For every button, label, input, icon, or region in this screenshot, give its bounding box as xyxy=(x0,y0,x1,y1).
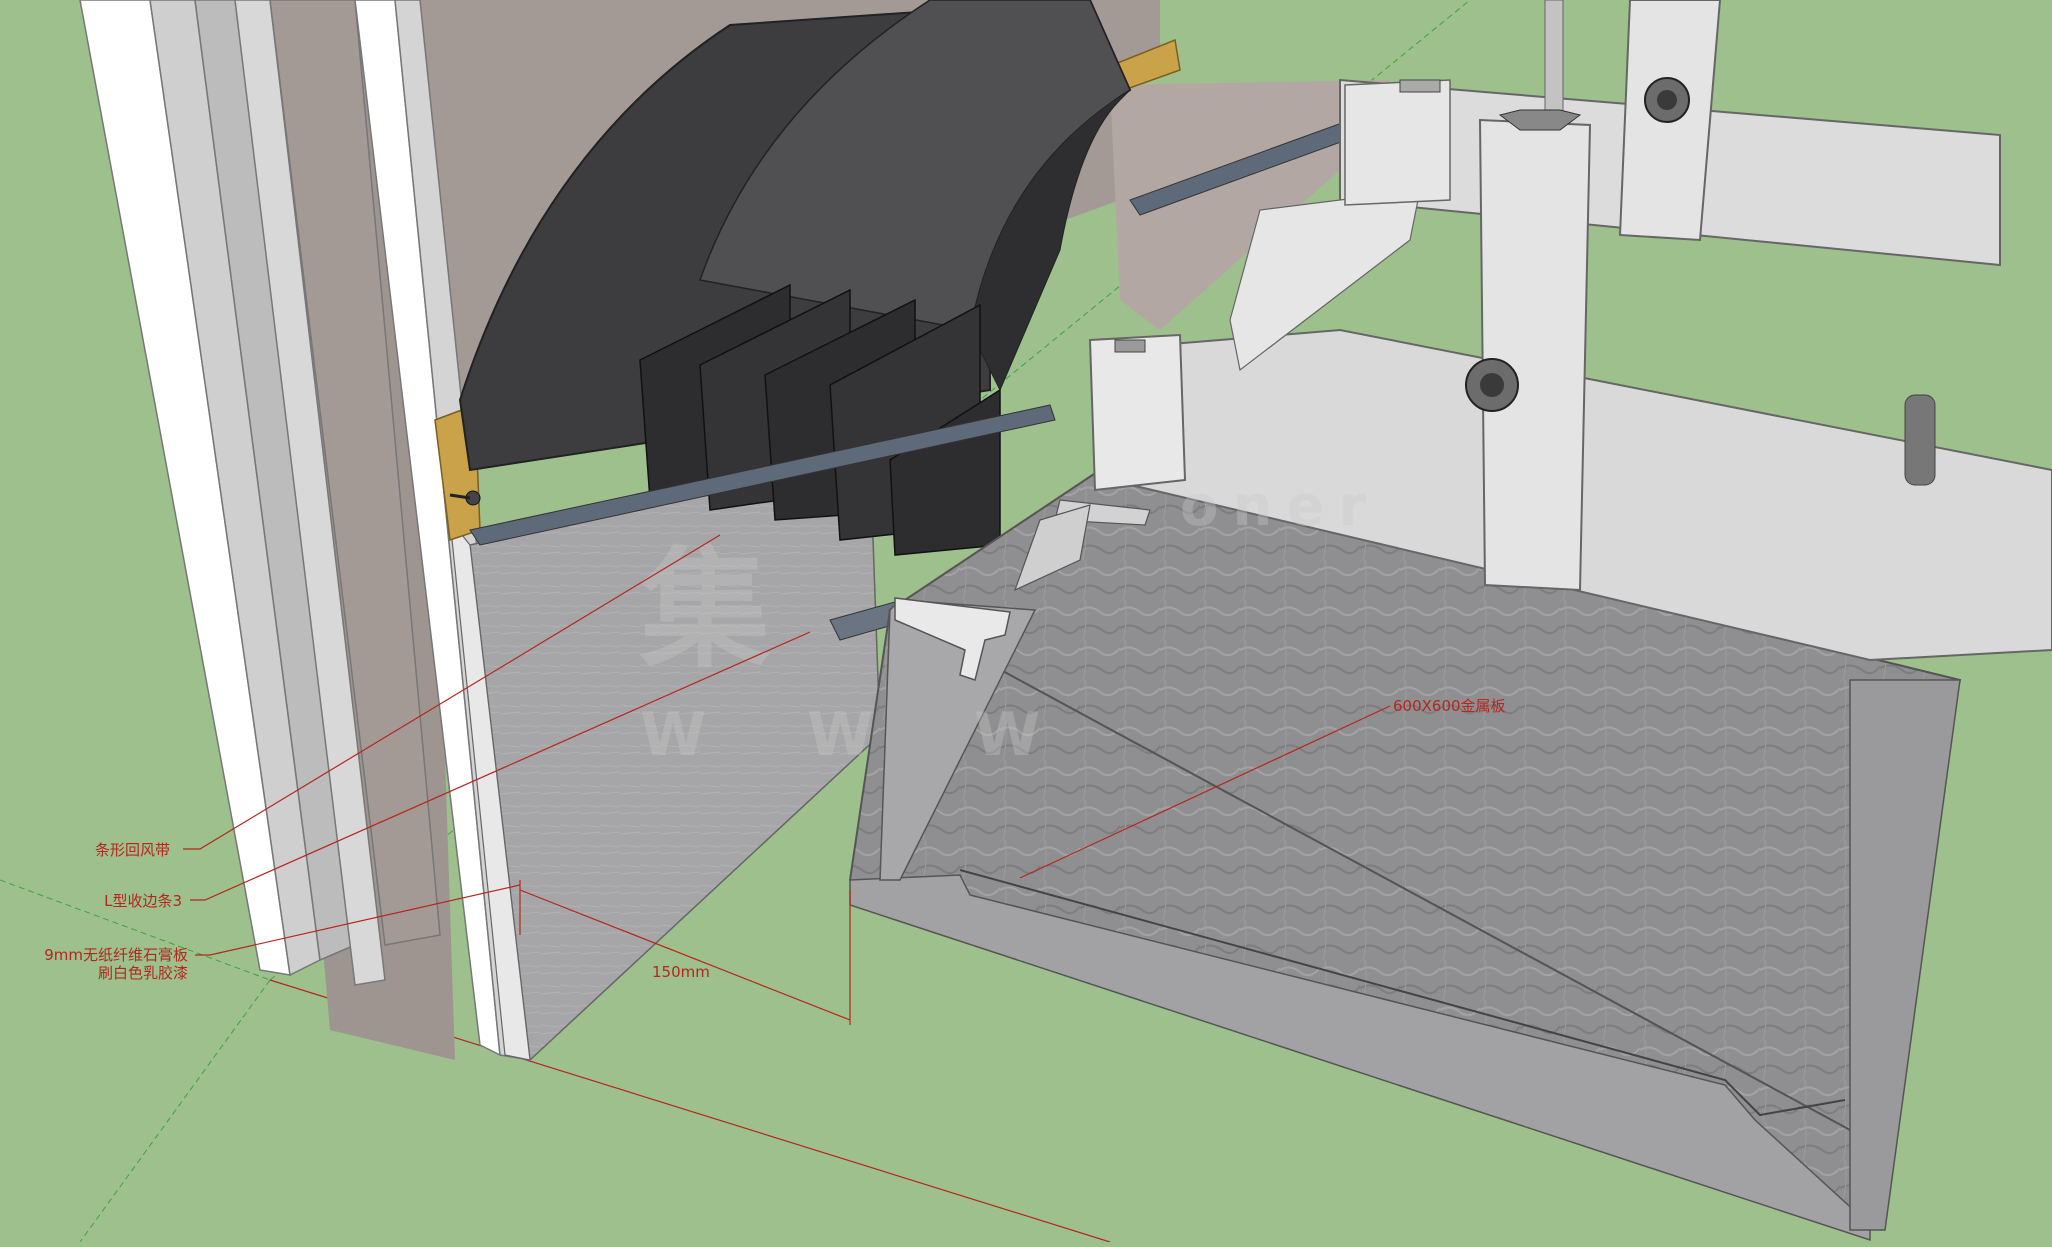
label-metal-panel: 600X600金属板 xyxy=(1393,697,1506,715)
dimension-150mm: 150mm xyxy=(652,963,710,981)
label-gypsum-board-line2: 刷白色乳胶漆 xyxy=(98,964,188,982)
section-diagram: 集 W W W oner 条形回风带 L型收边条3 9mm无纸纤维石膏板 刷白色… xyxy=(0,0,2052,1243)
watermark-small: oner xyxy=(1180,474,1380,539)
label-return-air-strip: 条形回风带 xyxy=(95,841,170,859)
label-l-edge-strip: L型收边条3 xyxy=(104,892,182,910)
ceiling-detail-drawing: 集 W W W oner 条形回风带 L型收边条3 9mm无纸纤维石膏板 刷白色… xyxy=(0,0,2052,1243)
label-gypsum-board-line1: 9mm无纸纤维石膏板 xyxy=(44,946,188,964)
watermark-url: W W W xyxy=(640,700,1080,770)
watermark-big: 集 xyxy=(639,534,770,686)
